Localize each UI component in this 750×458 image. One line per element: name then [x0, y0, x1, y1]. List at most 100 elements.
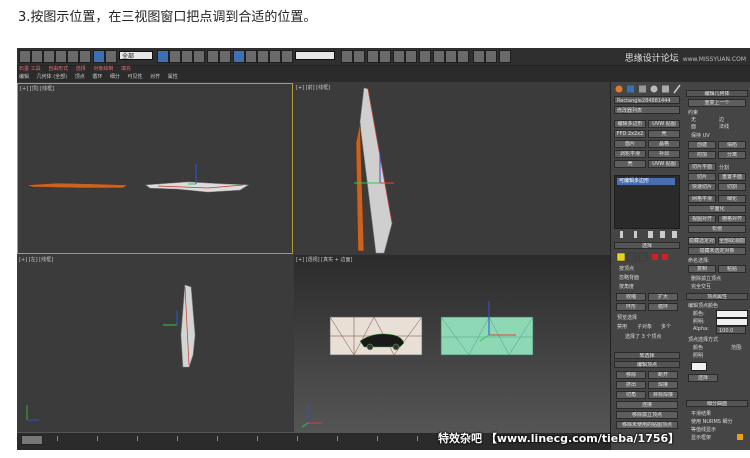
constraint-none-radio[interactable]: 无: [691, 116, 696, 123]
pivot-icon[interactable]: [207, 50, 219, 63]
illumination-swatch[interactable]: [716, 318, 748, 326]
viewport-perspective[interactable]: [+] [透视] [真实 + 边面]: [294, 255, 610, 432]
uvw-map-button[interactable]: UVW 贴图: [648, 120, 680, 128]
break-button[interactable]: 断开: [648, 371, 678, 379]
rotate-tool-icon[interactable]: [169, 50, 181, 63]
create-button[interactable]: 创建: [688, 141, 716, 149]
object-name-field[interactable]: Rectangle284881444: [614, 96, 680, 104]
reset-plane-button[interactable]: 重置平面: [718, 173, 746, 181]
edit-poly-button[interactable]: 编辑多边形: [614, 120, 646, 128]
split-checkbox[interactable]: 分割: [719, 164, 729, 171]
ignore-backfacing-checkbox[interactable]: 忽略背面: [619, 274, 639, 281]
make-planar-button[interactable]: 平面化: [688, 205, 746, 213]
remove-modifier-icon[interactable]: [660, 231, 665, 238]
show-cage-checkbox[interactable]: 显示框架: [691, 434, 711, 441]
vertex-color-swatch[interactable]: [716, 310, 748, 318]
chamfer-button[interactable]: 切角: [616, 391, 646, 399]
paste-button[interactable]: 粘贴: [718, 265, 746, 273]
ref-coord-icon[interactable]: [193, 50, 205, 63]
select-manip-icon[interactable]: [219, 50, 231, 63]
undo-icon[interactable]: [19, 50, 31, 63]
extrude-button[interactable]: 挤出: [616, 381, 646, 389]
remove-button[interactable]: 移除: [616, 371, 646, 379]
teapot-icon[interactable]: [473, 50, 485, 63]
constraint-face-radio[interactable]: 面: [691, 123, 696, 130]
unhide-all-button[interactable]: 全部取消隐藏: [718, 237, 746, 245]
shell2-button[interactable]: 壳: [614, 160, 646, 168]
ribbon-item-geometry[interactable]: 几何体 (全部): [37, 74, 68, 80]
preview-off-radio[interactable]: 禁用: [617, 323, 627, 330]
uvw-map2-button[interactable]: UVW 贴图: [648, 160, 680, 168]
isoline-display-checkbox[interactable]: 等值线显示: [691, 426, 716, 433]
vertex-mode-icon[interactable]: [616, 252, 626, 262]
preview-multi-radio[interactable]: 多个: [661, 323, 671, 330]
remove-isolated-button[interactable]: 移除孤立顶点: [616, 411, 678, 419]
scale-icon[interactable]: [181, 50, 193, 63]
shell-button[interactable]: 壳: [648, 130, 680, 138]
snap-icon[interactable]: [233, 50, 245, 63]
viewport-top[interactable]: [+] [顶] [线框]: [17, 83, 293, 254]
grid-align-button[interactable]: 栅格对齐: [718, 215, 746, 223]
time-slider-handle[interactable]: [21, 435, 43, 445]
weld-button[interactable]: 焊接: [648, 381, 678, 389]
slice-button[interactable]: 切片: [688, 173, 716, 181]
align-icon[interactable]: [353, 50, 365, 63]
cage-color-swatch[interactable]: [737, 434, 743, 440]
delete-isolated-checkbox[interactable]: 删除孤立顶点: [691, 275, 721, 282]
by-vertex-checkbox[interactable]: 按顶点: [619, 265, 634, 272]
ribbon-item-properties[interactable]: 属性: [168, 74, 178, 80]
ribbon-item-loops[interactable]: 循环: [92, 74, 102, 80]
utilities-tab-icon[interactable]: [673, 84, 681, 94]
preview-subobject-radio[interactable]: 子对象: [637, 323, 652, 330]
modifier-list-dropdown[interactable]: 修改器列表: [614, 106, 680, 114]
alpha-input[interactable]: 100.0: [716, 326, 746, 334]
collapse-button[interactable]: 塌陷: [718, 141, 746, 149]
display-tab-icon[interactable]: [662, 85, 669, 93]
cap-holes-button[interactable]: 补洞: [648, 150, 680, 158]
connect-button[interactable]: 连接: [616, 401, 678, 409]
vertex-properties-rollout-header[interactable]: 顶点属性: [686, 293, 748, 300]
extra-icon[interactable]: [499, 50, 511, 63]
percent-snap-icon[interactable]: [257, 50, 269, 63]
ribbon-item-visibility[interactable]: 可见性: [128, 74, 143, 80]
shrink-button[interactable]: 收缩: [616, 293, 646, 301]
loop-button[interactable]: 循环: [648, 303, 678, 311]
element-mode-icon[interactable]: [662, 254, 668, 260]
subdivision-surface-rollout-header[interactable]: 细分曲面: [686, 400, 748, 407]
constraint-normal-radio[interactable]: 法线: [719, 123, 729, 130]
target-weld-button[interactable]: 目标焊接: [648, 391, 678, 399]
cut-button[interactable]: 切割: [718, 183, 746, 191]
slice-plane-button[interactable]: 切片平面: [688, 163, 716, 171]
select-icon[interactable]: [79, 50, 91, 63]
copy-button[interactable]: 复制: [688, 265, 716, 273]
smooth-result-checkbox[interactable]: 平滑结果: [691, 410, 711, 417]
selection-rollout-header[interactable]: 选择: [614, 242, 680, 249]
unlink-icon[interactable]: [55, 50, 67, 63]
grow-button[interactable]: 扩大: [648, 293, 678, 301]
constraint-edge-radio[interactable]: 边: [719, 116, 724, 123]
ribbon-tab-populate[interactable]: 填充: [121, 66, 131, 72]
ring-button[interactable]: 环形: [616, 303, 646, 311]
edge-mode-icon[interactable]: [627, 252, 637, 262]
configure-sets-icon[interactable]: [672, 231, 677, 238]
border-mode-icon[interactable]: [638, 252, 648, 262]
tessellate-button[interactable]: 细化: [718, 195, 746, 203]
edit-geometry-rollout-header[interactable]: 编辑几何体: [686, 90, 748, 97]
stack-item-editable-poly[interactable]: 可编辑多边形: [617, 178, 675, 185]
ribbon-item-vertices[interactable]: 顶点: [75, 74, 85, 80]
viewport-left[interactable]: [+] [左] [线框]: [17, 255, 293, 432]
select-by-name-icon[interactable]: [93, 50, 105, 63]
link-icon[interactable]: [43, 50, 55, 63]
select-color-swatch[interactable]: [691, 362, 707, 371]
hierarchy-tab-icon[interactable]: [639, 85, 646, 93]
bind-icon[interactable]: [67, 50, 79, 63]
view-align-button[interactable]: 视图对齐: [688, 215, 716, 223]
use-nurms-checkbox[interactable]: 使用 NURMS 细分: [691, 418, 733, 425]
render-icon[interactable]: [457, 50, 469, 63]
named-selection-dropdown[interactable]: [295, 51, 335, 60]
viewport-front[interactable]: [+] [前] [线框]: [294, 83, 610, 254]
render-setup-icon[interactable]: [433, 50, 445, 63]
relax-button[interactable]: 松弛: [688, 225, 746, 233]
illumination-radio[interactable]: 照明: [693, 352, 703, 359]
ribbon-item-edit[interactable]: 编辑: [19, 74, 29, 80]
